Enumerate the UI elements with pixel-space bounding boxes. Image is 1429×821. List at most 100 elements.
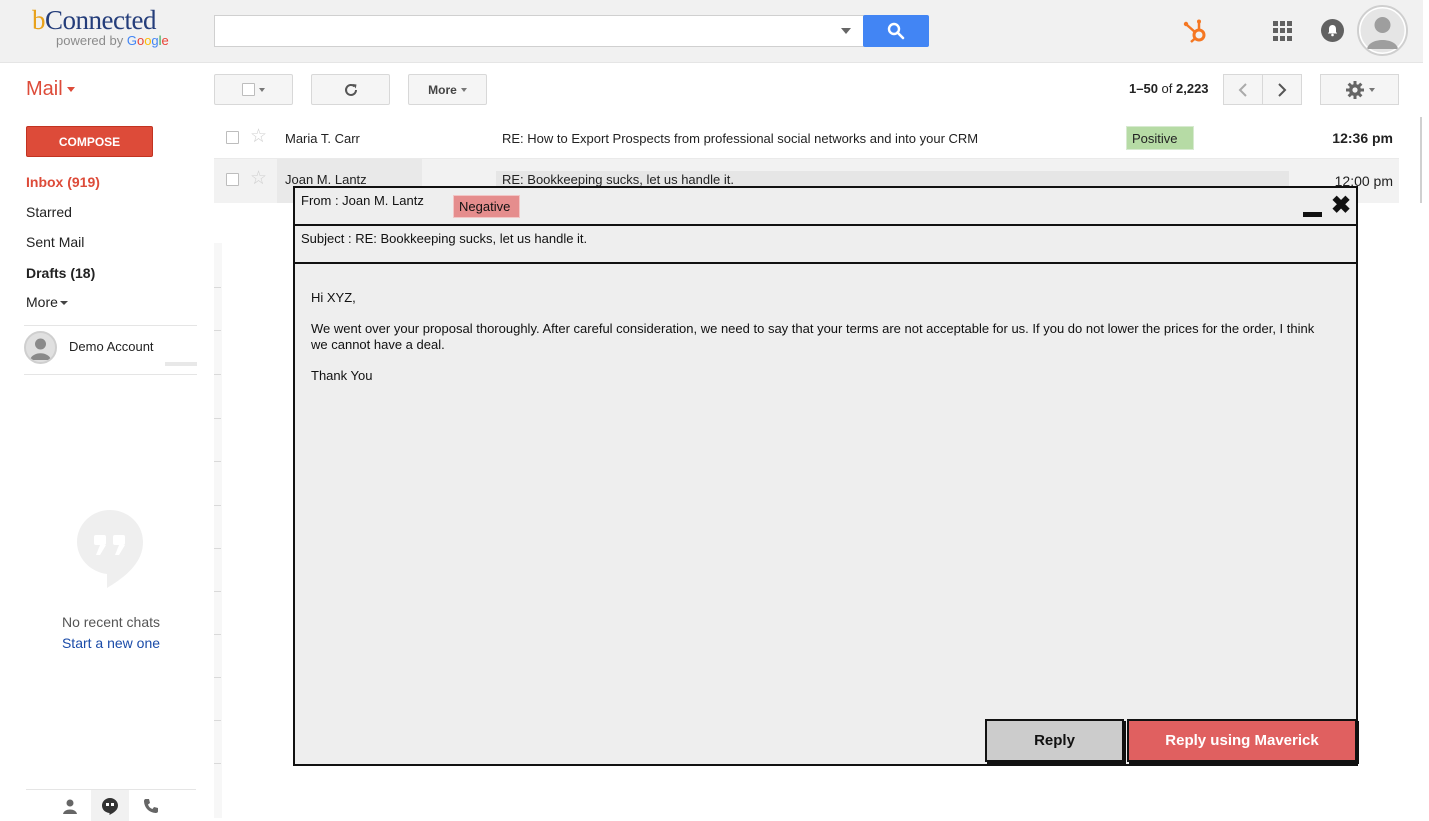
pager-summary: 1–50 of 2,223 bbox=[1129, 81, 1209, 96]
divider bbox=[214, 374, 221, 375]
newer-button[interactable] bbox=[1223, 74, 1263, 105]
older-button[interactable] bbox=[1262, 74, 1302, 105]
powered-by-google: powered by Google bbox=[56, 34, 182, 48]
mail-app: bConnected powered by Google Mail More 1… bbox=[0, 0, 1429, 821]
sidebar-item-sent-mail[interactable]: Sent Mail bbox=[26, 234, 84, 250]
google-letter: g bbox=[151, 33, 159, 48]
sidebar-item-drafts[interactable]: Drafts (18) bbox=[26, 265, 95, 281]
chevron-left-icon bbox=[1238, 82, 1247, 97]
apps-grid-icon[interactable] bbox=[1273, 21, 1293, 41]
contacts-tab[interactable] bbox=[51, 790, 89, 821]
chevron-down-icon bbox=[66, 87, 75, 93]
account-status-bar bbox=[165, 362, 197, 366]
google-letter: e bbox=[161, 33, 169, 48]
divider bbox=[214, 548, 221, 549]
star-icon[interactable]: ☆ bbox=[250, 169, 267, 188]
row-sender: Maria T. Carr bbox=[285, 131, 360, 146]
sentiment-email-popup: From : Joan M. Lantz Negative ✖ Subject … bbox=[293, 186, 1358, 766]
chevron-right-icon bbox=[1278, 82, 1287, 97]
chevron-down-icon bbox=[1368, 87, 1375, 92]
hangouts-icon bbox=[102, 798, 118, 815]
divider bbox=[214, 505, 221, 506]
divider bbox=[214, 677, 221, 678]
row-checkbox[interactable] bbox=[226, 173, 239, 186]
compose-button[interactable]: COMPOSE bbox=[26, 126, 153, 157]
mail-menu[interactable]: Mail bbox=[26, 78, 75, 101]
search-input[interactable] bbox=[214, 15, 864, 47]
minimize-icon[interactable] bbox=[1303, 212, 1322, 217]
scrollbar[interactable] bbox=[1420, 117, 1422, 203]
no-recent-chats-text: No recent chats bbox=[61, 614, 161, 630]
sidebar-divider bbox=[24, 325, 197, 326]
select-all-checkbox[interactable] bbox=[242, 83, 255, 96]
reply-using-maverick-button[interactable]: Reply using Maverick bbox=[1127, 719, 1357, 762]
popup-from-row: From : Joan M. Lantz Negative ✖ bbox=[295, 188, 1356, 226]
person-icon bbox=[63, 799, 77, 814]
popup-subject-row: Subject : RE: Bookkeeping sucks, let us … bbox=[295, 226, 1356, 264]
table-row[interactable]: ☆ Maria T. Carr RE: How to Export Prospe… bbox=[214, 117, 1399, 159]
bconnected-logo[interactable]: bConnected powered by Google bbox=[32, 6, 182, 54]
sentiment-badge-negative: Negative bbox=[453, 195, 520, 218]
chevron-down-icon bbox=[59, 301, 68, 306]
logo-b: b bbox=[32, 5, 46, 35]
sentiment-badge-positive: Positive bbox=[1126, 126, 1194, 150]
sidebar-item-starred[interactable]: Starred bbox=[26, 204, 72, 220]
pager-range: 1–50 bbox=[1129, 81, 1158, 96]
hubspot-icon[interactable] bbox=[1181, 16, 1211, 46]
search-button[interactable] bbox=[863, 15, 929, 47]
row-checkbox[interactable] bbox=[226, 131, 239, 144]
row-sender: Joan M. Lantz bbox=[285, 172, 367, 187]
search-options-caret-icon[interactable] bbox=[841, 28, 851, 34]
sidebar-more-label: More bbox=[26, 294, 58, 310]
chevron-down-icon bbox=[259, 87, 265, 92]
divider bbox=[214, 763, 221, 764]
divider bbox=[214, 330, 221, 331]
row-time: 12:36 pm bbox=[1332, 130, 1393, 146]
phone-icon bbox=[144, 799, 158, 813]
divider bbox=[214, 720, 221, 721]
divider bbox=[214, 287, 221, 288]
search-icon bbox=[887, 22, 905, 40]
phone-tab[interactable] bbox=[132, 790, 170, 821]
sidebar-item-inbox[interactable]: Inbox (919) bbox=[26, 174, 100, 190]
popup-from: From : Joan M. Lantz bbox=[301, 193, 424, 208]
quote-chat-icon bbox=[77, 510, 143, 588]
divider bbox=[214, 591, 221, 592]
pager-of: of bbox=[1157, 81, 1176, 96]
avatar[interactable] bbox=[24, 331, 57, 364]
select-all-button[interactable] bbox=[214, 74, 293, 105]
account-avatar[interactable] bbox=[1357, 5, 1408, 56]
refresh-icon bbox=[344, 83, 357, 96]
popup-subject: Subject : RE: Bookkeeping sucks, let us … bbox=[301, 231, 588, 246]
close-icon[interactable]: ✖ bbox=[1331, 194, 1351, 218]
top-bar: bConnected powered by Google bbox=[0, 0, 1423, 63]
body-paragraph: We went over your proposal thoroughly. A… bbox=[311, 321, 1315, 352]
hangouts-tab[interactable] bbox=[91, 790, 129, 821]
google-letter: G bbox=[126, 33, 137, 48]
sidebar-divider bbox=[24, 374, 197, 375]
chevron-down-icon bbox=[460, 87, 467, 92]
refresh-button[interactable] bbox=[311, 74, 390, 105]
popup-body: Hi XYZ, We went over your proposal thoro… bbox=[311, 290, 1331, 399]
sidebar-item-more[interactable]: More bbox=[26, 294, 68, 310]
divider bbox=[214, 461, 221, 462]
more-actions-button[interactable]: More bbox=[408, 74, 487, 105]
divider bbox=[214, 418, 221, 419]
powered-by-text: powered by bbox=[56, 33, 127, 48]
mail-label: Mail bbox=[26, 78, 63, 100]
star-icon[interactable]: ☆ bbox=[250, 127, 267, 146]
settings-button[interactable] bbox=[1320, 74, 1399, 105]
body-greeting: Hi XYZ, bbox=[311, 290, 356, 305]
more-actions-label: More bbox=[428, 82, 457, 97]
logo-text: Connected bbox=[45, 5, 156, 35]
account-name[interactable]: Demo Account bbox=[69, 339, 154, 354]
reply-button[interactable]: Reply bbox=[985, 719, 1124, 762]
pager-total: 2,223 bbox=[1176, 81, 1209, 96]
row-subject: RE: How to Export Prospects from profess… bbox=[502, 131, 979, 146]
body-signoff: Thank You bbox=[311, 368, 373, 383]
gear-icon bbox=[1345, 80, 1364, 99]
row-subject: RE: Bookkeeping sucks, let us handle it. bbox=[502, 172, 734, 187]
start-new-chat-link[interactable]: Start a new one bbox=[26, 635, 196, 651]
chat-mode-tabs bbox=[26, 789, 196, 821]
notifications-icon[interactable] bbox=[1321, 19, 1344, 42]
